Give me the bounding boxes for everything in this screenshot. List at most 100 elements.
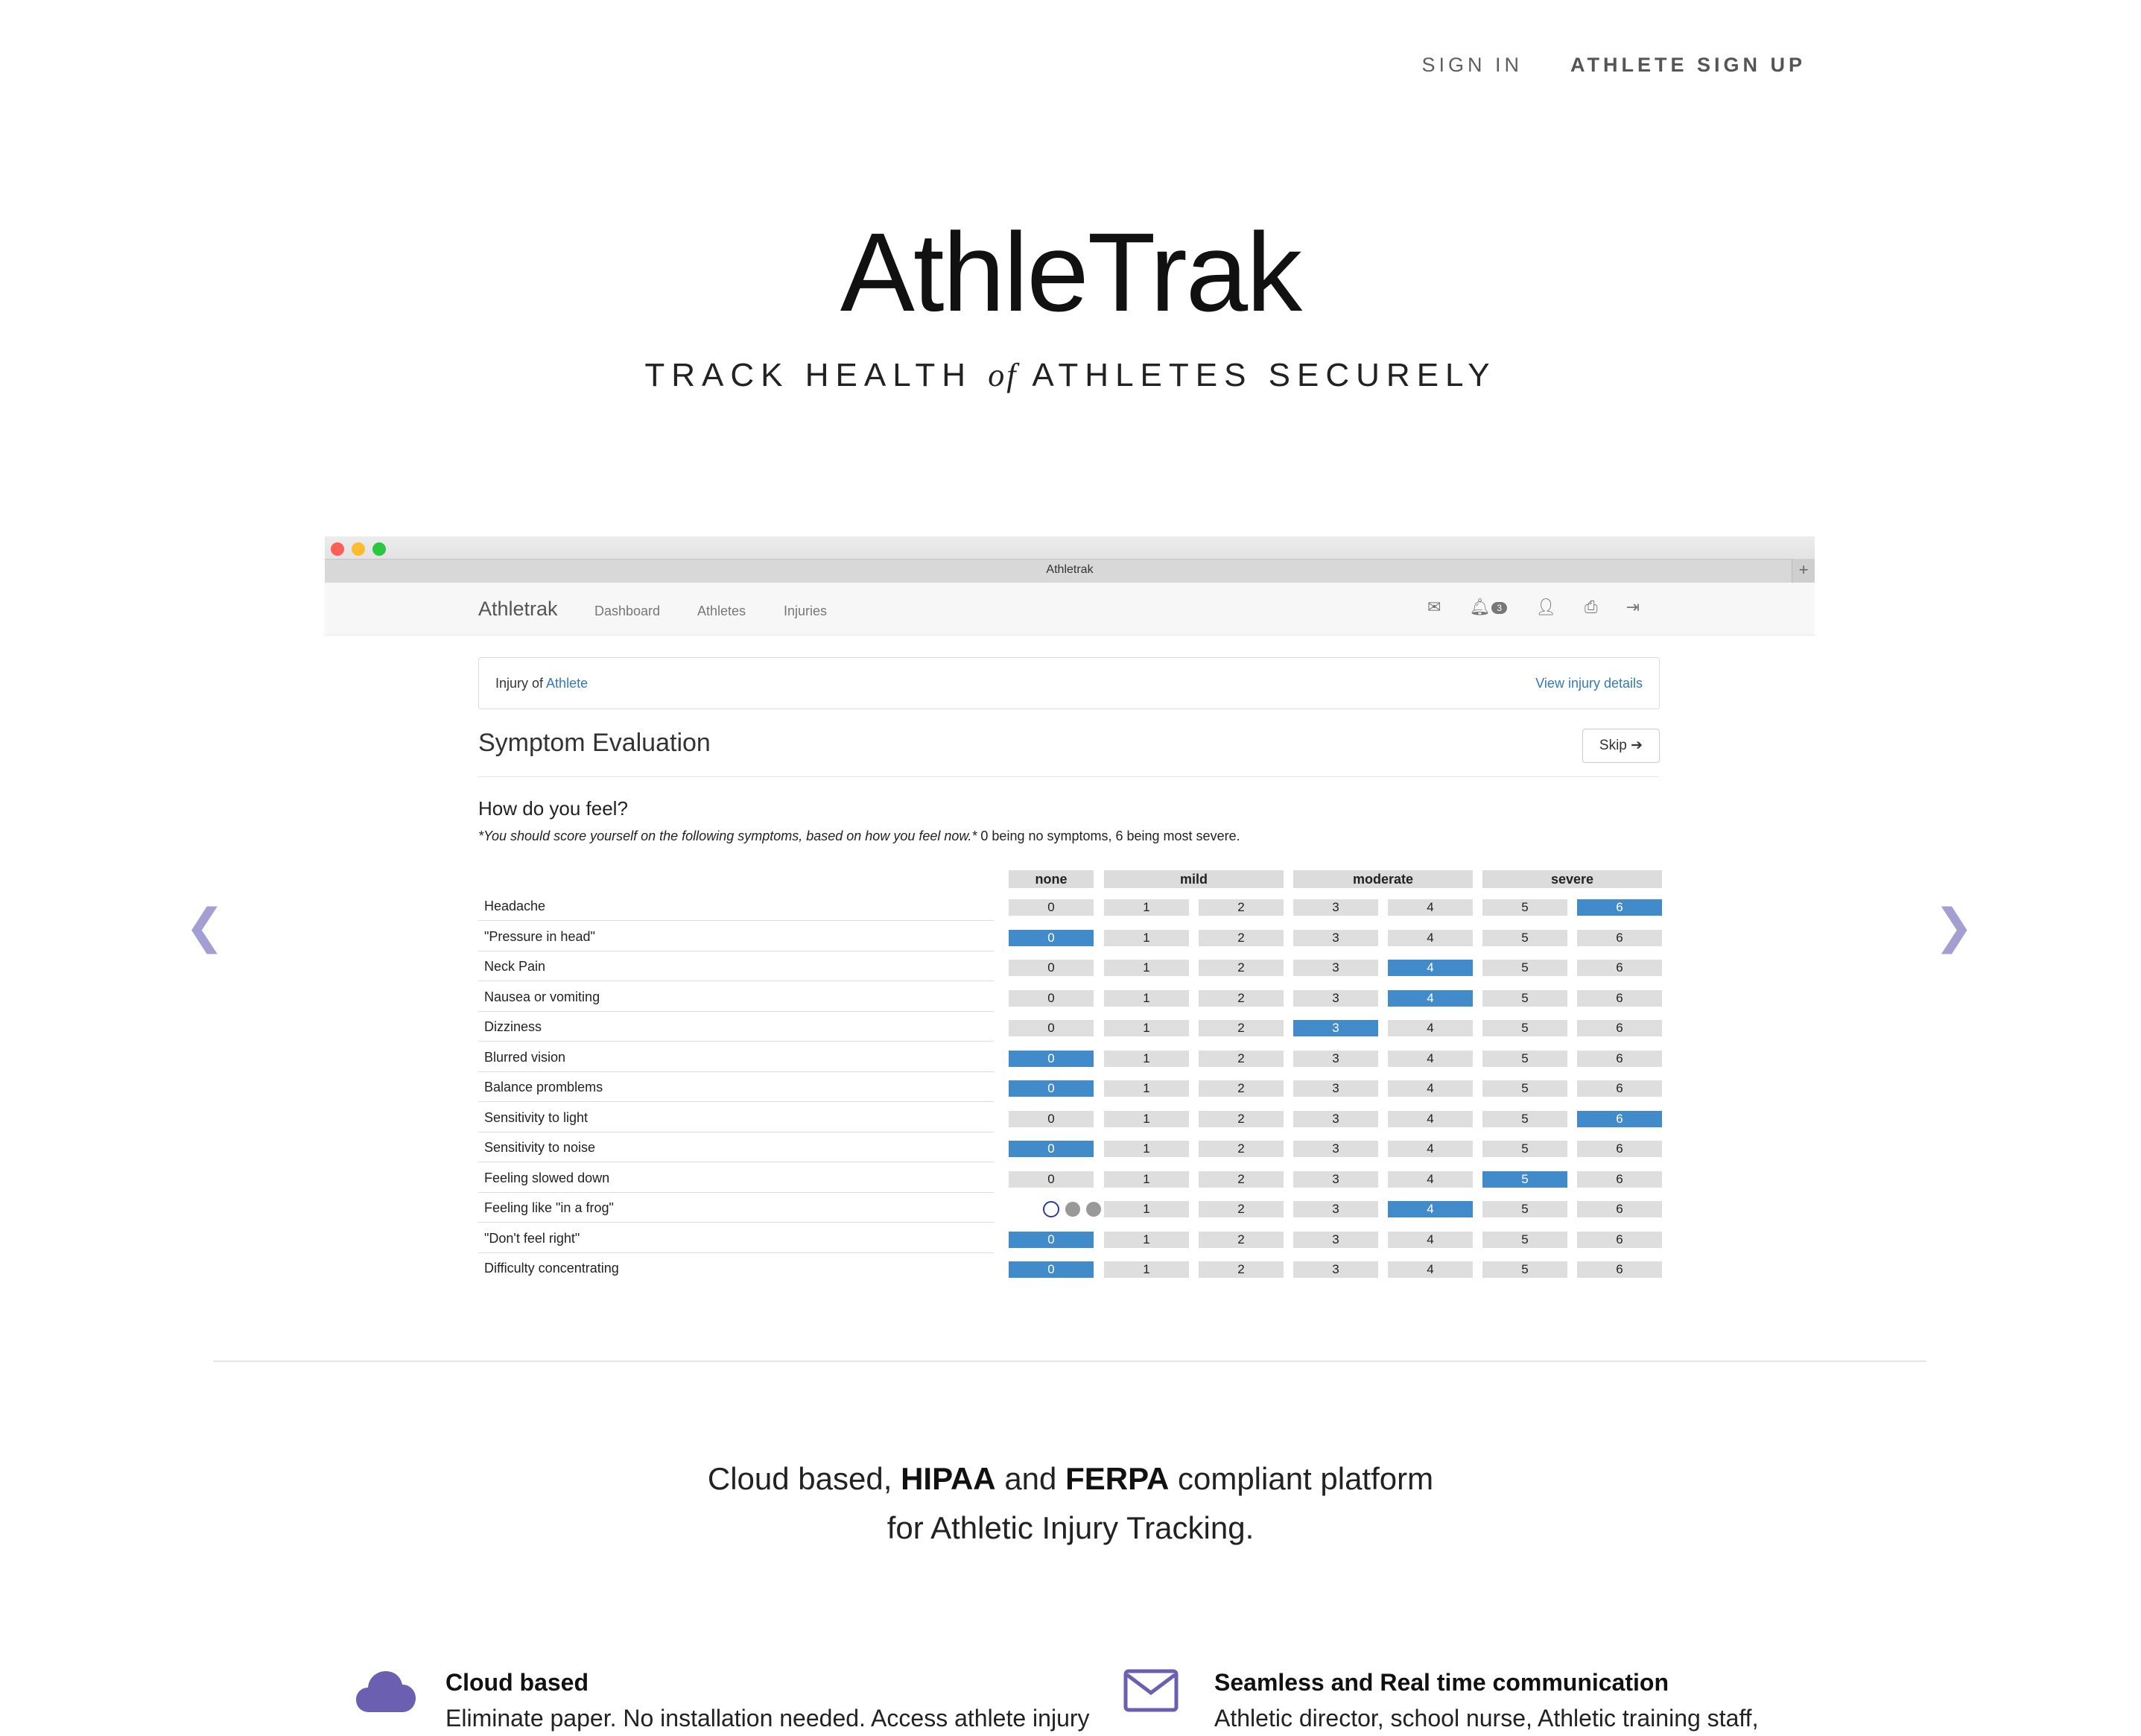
row-divider	[478, 1041, 994, 1042]
sign-in-link[interactable]: SIGN IN	[1421, 54, 1523, 77]
score-option-6: 6	[1577, 1261, 1662, 1278]
injury-of-prefix: Injury of	[495, 676, 544, 691]
symptom-label: Balance promblems	[484, 1080, 603, 1094]
pitch-post: compliant platform	[1177, 1461, 1434, 1496]
section-divider	[213, 1360, 1926, 1362]
score-option-6: 6	[1577, 899, 1662, 916]
hero-subtitle: TRACK HEALTH of ATHLETES SECURELY	[0, 356, 2141, 394]
score-option-5: 5	[1482, 1261, 1567, 1278]
spinner-dot	[1043, 1201, 1059, 1217]
cloud-icon	[356, 1671, 416, 1712]
symptom-label: Neck Pain	[484, 959, 546, 974]
score-option-3: 3	[1293, 1201, 1378, 1217]
score-option-3: 3	[1293, 960, 1378, 976]
score-option-5: 5	[1482, 1080, 1567, 1097]
score-option-6: 6	[1577, 1141, 1662, 1157]
score-option-2: 2	[1199, 930, 1284, 946]
score-option-4: 4	[1388, 899, 1473, 916]
score-option-0: 0	[1009, 1051, 1094, 1067]
score-option-2: 2	[1199, 1080, 1284, 1097]
injury-panel: Injury of Athlete View injury details	[478, 657, 1660, 709]
score-option-6: 6	[1577, 1232, 1662, 1248]
symptom-label: Dizziness	[484, 1019, 542, 1034]
score-option-2: 2	[1199, 960, 1284, 976]
score-option-2: 2	[1199, 1141, 1284, 1157]
symptom-label: Blurred vision	[484, 1050, 566, 1065]
sign-out-icon: ⇥	[1625, 598, 1640, 616]
score-option-6: 6	[1577, 1111, 1662, 1127]
user-icon: 👤︎	[1535, 598, 1556, 616]
score-option-3: 3	[1293, 1111, 1378, 1127]
feature-communication-title: Seamless and Real time communication	[1214, 1669, 1669, 1696]
score-option-0: 0	[1009, 1080, 1094, 1097]
score-option-4: 4	[1388, 1020, 1473, 1036]
score-option-1: 1	[1104, 1111, 1189, 1127]
symptom-label: Feeling slowed down	[484, 1170, 610, 1185]
score-option-5: 5	[1482, 1171, 1567, 1188]
chevron-right-icon[interactable]: ❯	[1934, 903, 1974, 951]
score-option-2: 2	[1199, 1171, 1284, 1188]
score-option-1: 1	[1104, 960, 1189, 976]
symptom-label: "Don't feel right"	[484, 1231, 580, 1246]
loading-spinner	[1043, 1201, 1101, 1217]
group-header-mild: mild	[1104, 870, 1284, 888]
score-option-1: 1	[1104, 1080, 1189, 1097]
score-option-0: 0	[1009, 1141, 1094, 1157]
hero-subtitle-of: of	[988, 357, 1018, 393]
score-option-1: 1	[1104, 1020, 1189, 1036]
window-titlebar: Athletrak +	[325, 536, 1815, 583]
envelope-icon: ✉	[1427, 598, 1441, 616]
score-option-2: 2	[1199, 1111, 1284, 1127]
score-option-1: 1	[1104, 930, 1189, 946]
score-option-5: 5	[1482, 1141, 1567, 1157]
row-divider	[478, 1192, 994, 1193]
score-option-3: 3	[1293, 1020, 1378, 1036]
score-option-1: 1	[1104, 1232, 1189, 1248]
nav-injuries: Injuries	[784, 604, 828, 618]
score-option-6: 6	[1577, 1051, 1662, 1067]
score-option-2: 2	[1199, 1201, 1284, 1217]
score-option-3: 3	[1293, 1051, 1378, 1067]
minimize-window-dot	[352, 542, 365, 556]
row-divider	[478, 1011, 994, 1012]
score-option-3: 3	[1293, 1232, 1378, 1248]
score-option-6: 6	[1577, 1020, 1662, 1036]
athlete-sign-up-link[interactable]: ATHLETE SIGN UP	[1570, 54, 1806, 77]
score-option-5: 5	[1482, 930, 1567, 946]
divider	[478, 776, 1658, 777]
score-option-3: 3	[1293, 1141, 1378, 1157]
nav-dashboard: Dashboard	[594, 604, 661, 618]
row-divider	[478, 1101, 994, 1102]
score-option-0: 0	[1009, 1171, 1094, 1188]
feature-cloud-text: Eliminate paper. No installation needed.…	[445, 1705, 1090, 1732]
score-option-0: 0	[1009, 1020, 1094, 1036]
group-header-severe: severe	[1482, 870, 1662, 888]
score-option-4: 4	[1388, 1261, 1473, 1278]
instructions-italic: *You should score yourself on the follow…	[478, 829, 977, 843]
score-option-2: 2	[1199, 1051, 1284, 1067]
close-window-dot	[331, 542, 344, 556]
symptom-label: Difficulty concentrating	[484, 1261, 619, 1276]
screenshot-window: Athletrak + Athletrak Dashboard Athletes…	[325, 536, 1815, 1278]
feature-cloud-title: Cloud based	[445, 1669, 589, 1696]
score-option-3: 3	[1293, 1261, 1378, 1278]
score-option-6: 6	[1577, 930, 1662, 946]
score-option-5: 5	[1482, 960, 1567, 976]
app-nav-icons: ✉ 🔔︎ 3 👤︎ ⎙ ⇥	[1427, 598, 1640, 617]
nav-athletes: Athletes	[697, 604, 746, 618]
score-option-3: 3	[1293, 990, 1378, 1007]
instructions-plain: 0 being no symptoms, 6 being most severe…	[977, 829, 1240, 843]
symptom-label: Feeling like "in a frog"	[484, 1200, 614, 1215]
score-option-1: 1	[1104, 1201, 1189, 1217]
score-option-4: 4	[1388, 1171, 1473, 1188]
score-option-3: 3	[1293, 1171, 1378, 1188]
view-injury-details-link: View injury details	[1535, 676, 1643, 691]
score-option-0: 0	[1009, 930, 1094, 946]
group-header-moderate: moderate	[1293, 870, 1473, 888]
notification-badge: 3	[1491, 602, 1508, 615]
envelope-icon	[1123, 1669, 1179, 1712]
score-option-1: 1	[1104, 1261, 1189, 1278]
score-option-2: 2	[1199, 1261, 1284, 1278]
skip-button: Skip ➔	[1582, 729, 1660, 763]
chevron-left-icon[interactable]: ❮	[185, 903, 225, 951]
